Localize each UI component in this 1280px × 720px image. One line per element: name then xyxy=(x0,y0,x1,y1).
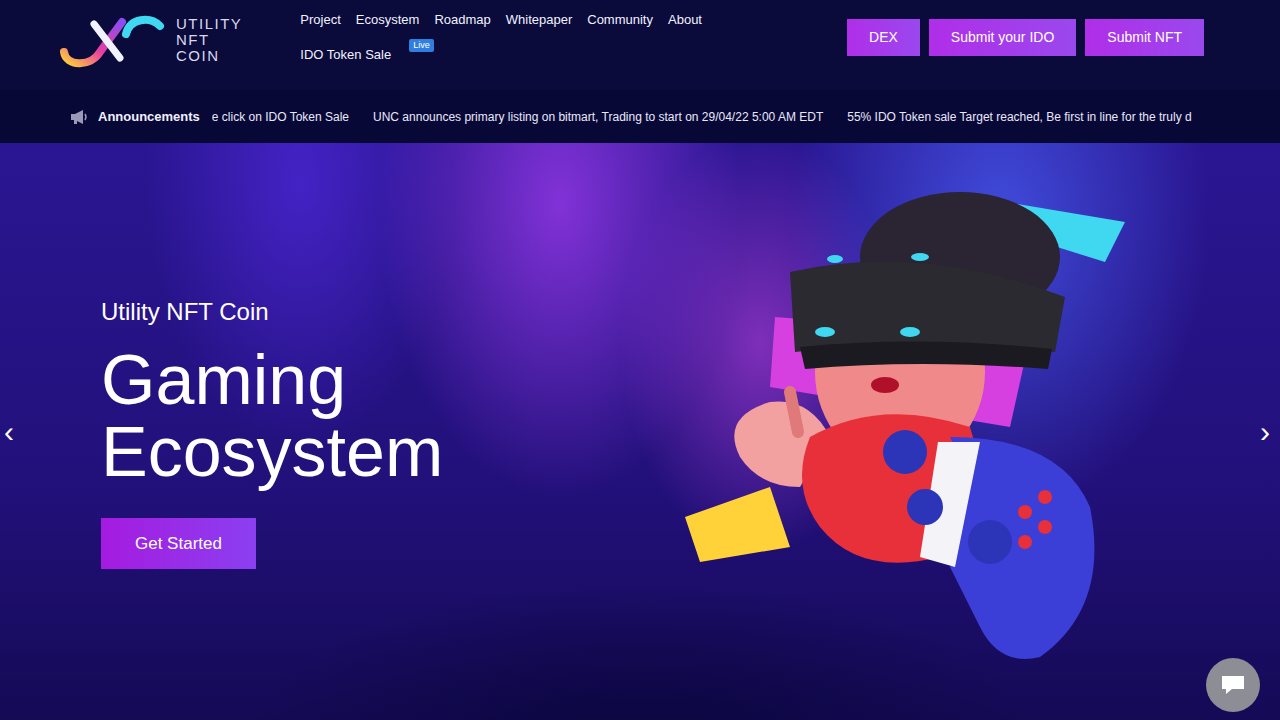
logo-text-line: COIN xyxy=(176,48,242,64)
logo[interactable]: UTILITYNFTCOIN xyxy=(60,12,242,68)
header-action-button[interactable]: Submit NFT xyxy=(1085,19,1204,56)
hero-title-line: Ecosystem xyxy=(101,416,443,488)
get-started-button[interactable]: Get Started xyxy=(101,518,256,570)
nav-link-item[interactable]: About xyxy=(668,10,702,30)
announcement-item[interactable]: UNC announces primary listing on bitmart… xyxy=(373,108,823,126)
logo-text-line: UTILITY xyxy=(176,16,242,32)
menu-row: IDO Token SaleLive xyxy=(300,45,702,65)
logo-icon xyxy=(60,12,168,68)
nav-link-item[interactable]: Community xyxy=(587,10,653,30)
carousel-prev[interactable]: ‹ xyxy=(0,413,18,451)
hero-eyebrow: Utility NFT Coin xyxy=(101,294,443,330)
chat-icon xyxy=(1220,674,1246,696)
header-action-button[interactable]: DEX xyxy=(847,19,920,56)
nav-link-item[interactable]: Ecosystem xyxy=(356,10,420,30)
top-navbar: UTILITYNFTCOIN Project Ecosystem Roadmap Wh… xyxy=(0,0,1280,90)
logo-text-line: NFT xyxy=(176,32,242,48)
chat-button[interactable] xyxy=(1206,658,1260,712)
carousel-next[interactable]: › xyxy=(1256,413,1274,451)
nav-link-item[interactable]: Project xyxy=(300,10,340,30)
ido-sale-link[interactable]: IDO Token Sale xyxy=(300,45,391,65)
announcements-label: Announcements xyxy=(98,107,200,127)
header-actions: DEXSubmit your IDOSubmit NFT xyxy=(847,19,1204,56)
hero-title: GamingEcosystem xyxy=(101,344,443,488)
announcement-bar: Announcements e click on IDO Token Sale UN… xyxy=(0,90,1280,143)
gamer-illustration xyxy=(680,187,1130,677)
announcement-item[interactable]: e click on IDO Token Sale xyxy=(212,108,349,126)
live-badge: Live xyxy=(409,39,434,52)
hero-text: Utility NFT Coin GamingEcosystem Get Start… xyxy=(0,294,443,570)
hero-title-line: Gaming xyxy=(101,344,443,416)
hero-carousel: Utility NFT Coin GamingEcosystem Get Start… xyxy=(0,143,1280,720)
nav-link-item[interactable]: Roadmap xyxy=(434,10,490,30)
menu-row: Project Ecosystem Roadmap Whitepaper Communi… xyxy=(300,10,702,30)
main-menu: Project Ecosystem Roadmap Whitepaper Communi… xyxy=(300,10,702,65)
header-action-button[interactable]: Submit your IDO xyxy=(929,19,1076,56)
site-header: UTILITYNFTCOIN Project Ecosystem Roadmap Wh… xyxy=(0,0,1280,143)
megaphone-icon xyxy=(70,109,88,125)
announcement-item[interactable]: 55% IDO Token sale Target reached, Be fi… xyxy=(847,108,1191,126)
nav-link-item[interactable]: Whitepaper xyxy=(506,10,572,30)
announcement-track: e click on IDO Token Sale UNC announces p… xyxy=(212,108,1230,126)
